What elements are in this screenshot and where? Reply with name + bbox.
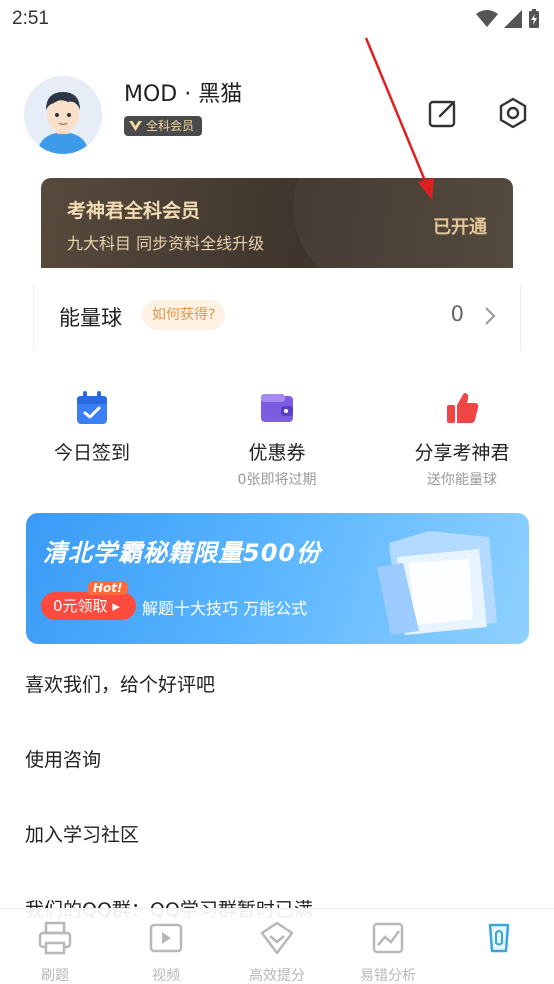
banner-subtitle: 解题十大技巧 万能公式: [142, 599, 308, 618]
battery-icon: [529, 9, 539, 28]
wallet-icon: [261, 394, 293, 422]
quick-action-share[interactable]: 分享考神君 送你能量球: [370, 388, 554, 489]
folder-icon: [377, 531, 497, 635]
signal-icon: [504, 10, 522, 28]
video-icon: [149, 923, 183, 953]
banner-claim-label: 0元领取: [53, 597, 108, 615]
vip-subtitle: 九大科目 同步资料全线升级: [67, 234, 265, 253]
tab-label: 高效提分: [249, 968, 305, 984]
banner-title: 清北学霸秘籍限量500份: [43, 539, 322, 567]
energy-ball-row[interactable]: 能量球 如何获得? 0: [33, 284, 521, 350]
quick-action-checkin[interactable]: 今日签到: [0, 388, 184, 465]
profile-icon: [488, 923, 510, 953]
status-icons: [476, 9, 540, 29]
settings-icon[interactable]: [496, 96, 530, 130]
profile-header: MOD · 黑猫 全科会员: [0, 70, 554, 170]
hot-badge: Hot!: [88, 581, 128, 595]
vip-title: 考神君全科会员: [67, 200, 201, 222]
printer-icon: [38, 921, 72, 955]
quick-action-coupon[interactable]: 优惠券 0张即将过期: [185, 388, 369, 489]
banner-claim-button[interactable]: 0元领取 ▸: [41, 592, 136, 620]
vip-v-icon: [129, 121, 142, 131]
member-badge-label: 全科会员: [146, 119, 195, 133]
tab-label: 易错分析: [360, 968, 416, 984]
tab-practice[interactable]: 刷题: [0, 919, 110, 984]
wifi-icon: [476, 10, 498, 27]
tab-profile[interactable]: [444, 919, 554, 965]
tab-label: 刷题: [41, 968, 69, 984]
vip-status[interactable]: 已开通: [433, 213, 487, 239]
quick-action-sub: 送你能量球: [427, 472, 497, 488]
chevron-right-icon: [485, 307, 496, 325]
tab-video[interactable]: 视频: [111, 919, 221, 984]
quick-action-label: 分享考神君: [414, 442, 510, 464]
bottom-tab-bar: 刷题 视频 高效提分 易错分析: [0, 908, 554, 984]
avatar[interactable]: [24, 76, 102, 154]
status-bar: 2:51: [0, 0, 554, 38]
calendar-check-icon: [77, 391, 107, 424]
tab-error-analysis[interactable]: 易错分析: [333, 919, 443, 984]
vip-membership-card[interactable]: 考神君全科会员 九大科目 同步资料全线升级 已开通: [41, 178, 513, 268]
chart-icon: [372, 922, 404, 954]
status-time: 2:51: [12, 8, 49, 29]
thumbs-up-icon: [447, 393, 479, 423]
energy-count: 0: [450, 302, 464, 326]
menu-item-community[interactable]: 加入学习社区: [25, 820, 139, 847]
energy-label: 能量球: [59, 306, 122, 330]
quick-action-sub: 0张即将过期: [237, 472, 317, 488]
tab-label: 视频: [152, 968, 180, 984]
menu-item-consult[interactable]: 使用咨询: [25, 745, 101, 772]
menu-item-rate-us[interactable]: 喜欢我们，给个好评吧: [25, 670, 215, 697]
quick-action-label: 优惠券: [248, 442, 306, 464]
edit-icon[interactable]: [426, 96, 460, 130]
heart-check-icon: [260, 921, 294, 955]
username: MOD · 黑猫: [124, 82, 243, 107]
member-badge: 全科会员: [124, 116, 203, 136]
tab-boost[interactable]: 高效提分: [222, 919, 332, 984]
promo-banner[interactable]: 清北学霸秘籍限量500份 0元领取 ▸ Hot! 解题十大技巧 万能公式: [26, 513, 529, 644]
quick-action-label: 今日签到: [53, 442, 130, 464]
how-to-get-button[interactable]: 如何获得?: [142, 300, 226, 330]
